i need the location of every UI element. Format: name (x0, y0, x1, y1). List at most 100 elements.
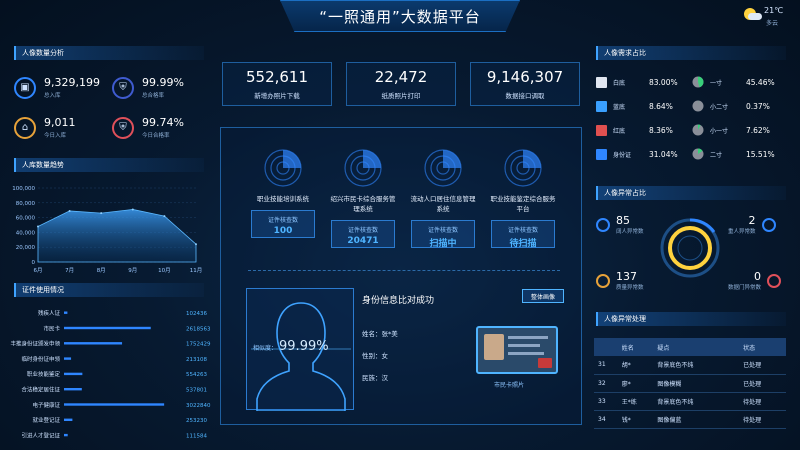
demand-value: 83.00% (649, 77, 678, 87)
radar-2: 绍兴市民卡综合服务管理系统 证件核查数 20471 (328, 148, 398, 248)
trend-area (37, 209, 197, 263)
table-header: 姓名 疑点 状态 (594, 338, 786, 356)
x-tick-label: 6月 (34, 267, 43, 274)
demand-row: 白底 83.00% (596, 74, 691, 90)
stat-today: ⌂ 9,011 今日入库 (14, 116, 76, 139)
page-title: “一照通用”大数据平台 (319, 7, 481, 26)
table-row[interactable]: 31 胡* 背景底色不纯 已处理 (594, 356, 786, 374)
ring-icon (767, 273, 782, 288)
radar-icon (424, 149, 462, 187)
size-value: 45.46% (746, 77, 775, 87)
portrait-icon (596, 76, 607, 88)
usage-bar (64, 418, 73, 421)
trend-point (131, 208, 134, 211)
table-cell: 待处理 (743, 398, 762, 406)
face-scan-frame: 相似度： 99.99% (246, 288, 354, 412)
card-downloads: 552,611 新增办照片下载 (222, 62, 332, 106)
portrait-icon (596, 148, 607, 160)
bar-value-label: 3022840 (186, 403, 211, 409)
size-value: 7.62% (746, 125, 770, 135)
process-title: 人像异常处理 (596, 312, 786, 326)
stat-total: ▣ 9,329,199 总入库 (14, 76, 100, 99)
shield-icon: ⛨ (112, 76, 134, 99)
citizen-card-photo (476, 326, 558, 374)
bar-category-label: 引进人才登记证 (21, 431, 60, 439)
x-tick-label: 9月 (128, 267, 137, 274)
trend-point (68, 209, 71, 212)
usage-bar (64, 433, 68, 437)
demand-row: 蓝底 8.64% (596, 98, 691, 114)
usage-chart: 残疾人证 102436 市民卡 2618563 丰推身份证颁发申领 1752429 临时身份… (10, 309, 211, 439)
trend-point (163, 215, 166, 218)
anomaly-1: 85 阔人异常数 (596, 214, 644, 235)
card-photo-thumb (484, 334, 504, 360)
process-panel: 人像异常处理 (596, 312, 786, 326)
y-tick-label: 40,000 (16, 230, 36, 236)
bar-category-label: 临时身份证申领 (21, 355, 60, 363)
bar-value-label: 554263 (186, 372, 207, 378)
bar-value-label: 1752429 (186, 342, 211, 348)
table-row[interactable]: 34 钱* 图像偏蓝 待处理 (594, 410, 786, 428)
table-row[interactable]: 32 廖* 图像模糊 已处理 (594, 374, 786, 392)
user-card-icon: ▣ (14, 76, 36, 99)
trend-point (195, 243, 197, 246)
ring-icon (596, 217, 610, 232)
radar-icon (504, 149, 542, 187)
table-cell: 已处理 (743, 380, 762, 388)
stats-panel: 人像数量分析 (14, 46, 204, 60)
gender-row: 性别：女 (362, 352, 388, 360)
trend-chart: 0 20,000 40,000 60,000 80,000 100,000 6月 7月 8月 9月… (12, 186, 203, 274)
usage-bar (64, 342, 123, 345)
table-cell: 胡* (621, 362, 631, 370)
portrait-icon (596, 124, 607, 136)
pie-icon (692, 76, 704, 88)
demand-title: 人像需求占比 (596, 46, 786, 60)
table-cell: 图像偏蓝 (657, 416, 682, 424)
anomaly-title: 人像异常占比 (596, 186, 786, 200)
pie-icon (692, 100, 704, 112)
ethnic-row: 民族：汉 (362, 374, 388, 382)
divider (248, 270, 560, 271)
usage-bar (64, 357, 72, 360)
bar-value-label: 2618563 (186, 326, 211, 332)
inbox-icon: ⌂ (14, 116, 36, 139)
demand-value: 31.04% (649, 149, 678, 159)
size-row: 小一寸 7.62% (692, 122, 786, 138)
demand-name: 白底 (613, 79, 626, 87)
radar-4: 职业技能鉴定综合服务平台 证件核查数 待扫描 (488, 148, 558, 249)
x-tick-label: 11月 (190, 267, 203, 274)
x-tick-label: 7月 (65, 267, 74, 274)
portrait-icon (596, 100, 607, 112)
table-cell: 31 (598, 361, 606, 369)
stat-total-rate: ⛨ 99.99% 总合格率 (112, 76, 184, 99)
bar-value-label: 102436 (186, 311, 207, 317)
bar-value-label: 537801 (186, 388, 207, 394)
trend-point (100, 212, 103, 215)
y-tick-label: 0 (32, 260, 36, 266)
size-name: 小二寸 (710, 103, 729, 111)
demand-name: 身份证 (613, 151, 632, 159)
radar-3: 流动人口居住信息管理系统 证件核查数 扫描中 (408, 148, 478, 249)
card-api-calls: 9,146,307 数据接口调取 (470, 62, 580, 106)
bar-category-label: 市民卡 (43, 324, 60, 332)
x-tick-label: 10月 (158, 267, 171, 274)
demand-value: 8.36% (649, 125, 673, 135)
radar-card-2: 证件核查数 20471 (331, 220, 395, 248)
portrait-button[interactable]: 整体画像 (522, 289, 564, 303)
size-value: 0.37% (746, 101, 770, 111)
radar-1: 职业技能培训系统 证件核查数 100 (248, 148, 318, 238)
anomaly-donut (660, 218, 720, 278)
demand-name: 红底 (613, 127, 626, 135)
demand-row: 红底 8.36% (596, 122, 691, 138)
table-cell: 王*练 (621, 398, 637, 406)
radar-icon (344, 149, 382, 187)
anomaly-4: 0 数据门异常数 (728, 270, 782, 291)
table-cell: 图像模糊 (657, 380, 682, 388)
demand-name: 蓝底 (613, 103, 626, 111)
table-row[interactable]: 33 王*练 背景底色不纯 待处理 (594, 392, 786, 410)
card-prints: 22,472 纸质照片打印 (346, 62, 456, 106)
size-row: 小二寸 0.37% (692, 98, 786, 114)
process-table: 姓名 疑点 状态 31 胡* 背景底色不纯 已处理 32 廖* 图像模糊 已处理 33 王*练 背景… (594, 338, 786, 429)
radar-card-1: 证件核查数 100 (251, 210, 315, 238)
weather-desc: 多云 (766, 20, 779, 27)
